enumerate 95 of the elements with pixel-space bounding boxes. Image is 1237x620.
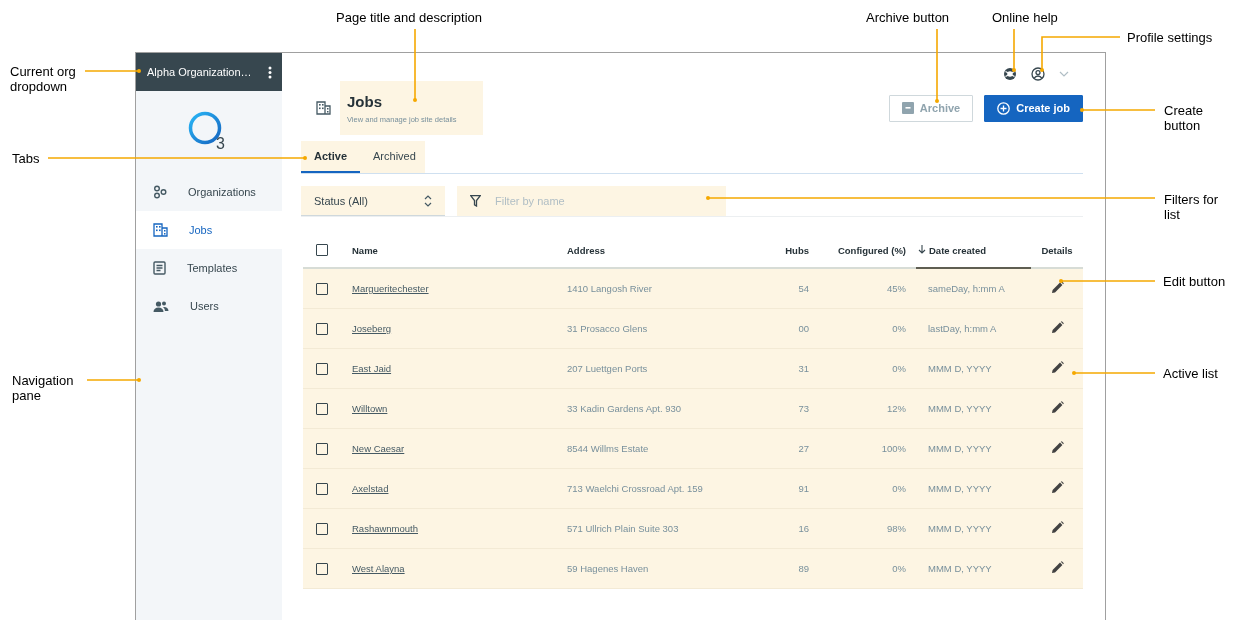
leader-line (84, 69, 141, 73)
leader-line (86, 378, 141, 382)
table-cell: 31 (798, 363, 809, 374)
pencil-icon[interactable] (1050, 321, 1064, 334)
archive-box-icon (901, 102, 914, 114)
pencil-icon[interactable] (1050, 561, 1064, 574)
organizations-icon (153, 185, 167, 199)
callout-label: Create button (1164, 103, 1205, 133)
table-cell: 571 Ullrich Plain Suite 303 (567, 523, 679, 534)
table-cell: 1410 Langosh River (567, 283, 653, 294)
callout-label: Filters for list (1164, 192, 1220, 222)
callout-label: Archive button (866, 10, 951, 25)
table-cell: 0% (892, 323, 906, 334)
job-link[interactable]: West Alayna (352, 563, 405, 574)
users-icon (153, 299, 169, 313)
status-select[interactable]: Status (All) (301, 186, 445, 216)
checkbox[interactable] (315, 442, 328, 455)
callout-label: Navigation pane (12, 373, 75, 403)
filter-field[interactable]: Filter by name (457, 186, 726, 216)
table-cell: 12% (887, 403, 906, 414)
table-cell: MMM D, YYYY (928, 403, 992, 414)
up-down-chevron-icon (424, 194, 432, 207)
pencil-icon[interactable] (1050, 441, 1064, 454)
table-cell: 713 Waelchi Crossroad Apt. 159 (567, 483, 703, 494)
table-cell: 33 Kadin Gardens Apt. 930 (567, 403, 682, 414)
table-cell: 0% (892, 363, 906, 374)
page-building-icon (316, 101, 331, 115)
filter-icon (470, 195, 481, 207)
table-cell: MMM D, YYYY (928, 443, 992, 454)
nav-item[interactable]: Jobs (136, 211, 282, 249)
job-link[interactable]: Willtown (352, 403, 388, 414)
checkbox[interactable] (315, 522, 328, 535)
callout-label: Edit button (1163, 274, 1227, 289)
pencil-icon[interactable] (1050, 361, 1064, 374)
table-cell: MMM D, YYYY (928, 363, 992, 374)
table-cell: 91 (798, 483, 809, 494)
table-cell: lastDay, h:mm A (928, 323, 997, 334)
pencil-icon[interactable] (1050, 281, 1064, 294)
checkbox[interactable] (315, 282, 328, 295)
table-cell: 00 (798, 323, 809, 334)
table-cell: 0% (892, 563, 906, 574)
table-cell: 207 Luettgen Ports (567, 363, 648, 374)
sort-arrow-icon (918, 244, 926, 254)
table-cell: 89 (798, 563, 809, 574)
table-cell: 73 (798, 403, 809, 414)
checkbox[interactable] (315, 482, 328, 495)
table-cell: 59 Hagenes Haven (567, 563, 649, 574)
checkbox[interactable] (315, 322, 328, 335)
table-cell: 98% (887, 523, 906, 534)
callout-label: Tabs (12, 151, 41, 166)
callout-label: Page title and description (336, 10, 483, 25)
tab[interactable]: Archived (360, 141, 429, 173)
leader-line (1012, 28, 1016, 72)
pencil-icon[interactable] (1050, 401, 1064, 414)
checkbox[interactable] (315, 402, 328, 415)
building-icon (153, 223, 168, 237)
callout-label: Current org dropdown (10, 64, 77, 94)
callout-label: Active list (1163, 366, 1219, 381)
table-cell: 8544 Willms Estate (567, 443, 649, 454)
table-cell: 100% (881, 443, 906, 454)
checkbox[interactable] (315, 562, 328, 575)
logo-subscript: 3 (216, 135, 225, 153)
table-cell: MMM D, YYYY (928, 523, 992, 534)
nav-item[interactable]: Templates (136, 249, 282, 287)
table-cell: 45% (887, 283, 906, 294)
job-link[interactable]: East Jaid (352, 363, 392, 374)
callout-label: Profile settings (1127, 30, 1214, 45)
table-cell: 0% (892, 483, 906, 494)
table-cell: sameDay, h:mm A (928, 283, 1005, 294)
table-cell: 16 (798, 523, 809, 534)
table-cell: MMM D, YYYY (928, 483, 992, 494)
job-link[interactable]: Joseberg (352, 323, 392, 334)
nav-item[interactable]: Organizations (136, 173, 282, 211)
table-cell: MMM D, YYYY (928, 563, 992, 574)
nav-item[interactable]: Users (136, 287, 282, 325)
job-link[interactable]: Rashawnmouth (352, 523, 418, 534)
plus-circle-icon (997, 101, 1011, 115)
job-link[interactable]: Axelstad (352, 483, 389, 494)
kebab-icon (268, 65, 272, 79)
checkbox[interactable] (315, 362, 328, 375)
pencil-icon[interactable] (1050, 521, 1064, 534)
document-icon (153, 261, 166, 275)
select-all-checkbox[interactable] (315, 244, 328, 257)
job-link[interactable]: Margueritechester (352, 283, 429, 294)
table-cell: 31 Prosacco Glens (567, 323, 648, 334)
profile-icon[interactable] (1031, 67, 1045, 81)
job-link[interactable]: New Caesar (352, 443, 405, 454)
table-cell: 27 (798, 443, 809, 454)
org-dropdown[interactable]: Alpha Organization… (136, 53, 282, 91)
filter-field[interactable]: Filter by name (493, 194, 697, 208)
callout-label: Online help (992, 10, 1059, 25)
page-title: Jobs (347, 92, 383, 110)
table-cell: 54 (798, 283, 809, 294)
create-button[interactable]: Create job (984, 94, 1083, 122)
pencil-icon[interactable] (1050, 481, 1064, 494)
